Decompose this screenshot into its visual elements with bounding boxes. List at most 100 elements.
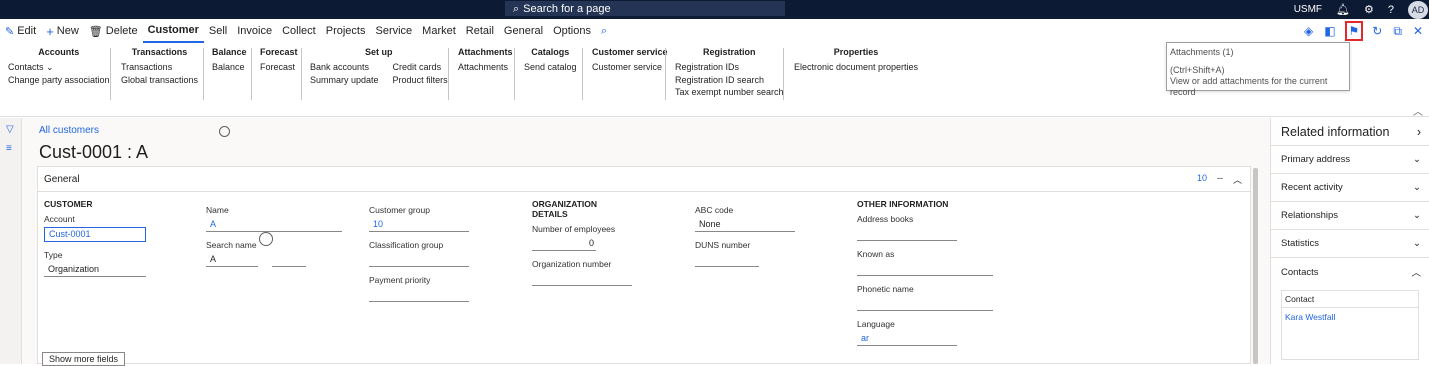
name-field[interactable]: A — [206, 218, 342, 232]
customer-group-field[interactable]: 10 — [369, 218, 469, 232]
contact-link[interactable]: Kara Westfall — [1282, 308, 1418, 326]
refresh-icon[interactable]: ↻ — [1372, 24, 1382, 38]
chevron-down-icon: ⌄ — [1413, 182, 1421, 193]
filter-icon[interactable]: ▽ — [6, 124, 14, 135]
tab-retail[interactable]: Retail — [461, 19, 499, 43]
organization-number-field[interactable] — [532, 272, 632, 286]
general-header[interactable]: General 10 -- ︿ — [38, 167, 1250, 192]
tab-service[interactable]: Service — [370, 19, 417, 43]
forecast-button[interactable]: Forecast — [260, 61, 298, 74]
credit-cards-button[interactable]: Credit cards — [393, 61, 448, 74]
contacts-menu[interactable]: Contacts ⌄ — [8, 61, 110, 74]
address-books-field[interactable] — [857, 227, 957, 241]
classification-group-field[interactable] — [369, 253, 469, 267]
related-item-statistics[interactable]: Statistics ⌄ — [1271, 230, 1429, 258]
bank-accounts-button[interactable]: Bank accounts — [310, 61, 379, 74]
related-item-relationships[interactable]: Relationships ⌄ — [1271, 202, 1429, 230]
tab-collect[interactable]: Collect — [277, 19, 321, 43]
main-content: All customers Cust-0001 : A General 10 -… — [22, 118, 1270, 366]
divider — [301, 48, 302, 100]
search-name-field[interactable]: A — [206, 253, 258, 267]
edit-button[interactable]: ✎ Edit — [0, 19, 41, 43]
classification-group-label: Classification group — [369, 240, 444, 250]
duns-label: DUNS number — [695, 240, 751, 250]
contacts-label: Contacts — [8, 62, 44, 72]
phonetic-name-field[interactable] — [857, 297, 993, 311]
registration-ids-button[interactable]: Registration IDs — [675, 61, 784, 74]
tab-customer[interactable]: Customer — [142, 19, 204, 43]
registration-id-search-button[interactable]: Registration ID search — [675, 74, 784, 87]
related-item-primary-address[interactable]: Primary address ⌄ — [1271, 146, 1429, 174]
customer-group: CUSTOMER Account Cust-0001 Type Organiza… — [44, 199, 146, 285]
divider — [110, 48, 111, 100]
company-picker[interactable]: USMF — [1294, 4, 1322, 15]
bell-icon[interactable]: 🔔︎ — [1336, 3, 1350, 16]
name-group: Name A Search name A — [206, 205, 342, 275]
diamond-icon[interactable]: ◈ — [1304, 24, 1313, 38]
abc-code-label: ABC code — [695, 205, 734, 215]
group-title: Set up — [365, 47, 393, 57]
customer-service-button[interactable]: Customer service — [592, 61, 668, 74]
delete-label: Delete — [105, 25, 138, 37]
organization-details-group: ORGANIZATION DETAILS Number of employees… — [532, 199, 632, 294]
delete-button[interactable]: 🗑︎ Delete — [84, 19, 143, 43]
contact-column-header: Contact — [1282, 291, 1418, 308]
related-item-contacts[interactable]: Contacts ︿ — [1271, 258, 1429, 286]
type-field[interactable]: Organization — [44, 263, 146, 277]
search-name-label: Search name — [206, 240, 257, 250]
new-button[interactable]: + New — [41, 19, 84, 43]
chevron-up-icon[interactable]: ︿ — [1233, 173, 1242, 186]
group-title: Accounts — [38, 47, 80, 57]
tab-general[interactable]: General — [499, 19, 548, 43]
tab-invoice[interactable]: Invoice — [232, 19, 277, 43]
scrollbar[interactable] — [1253, 168, 1258, 364]
tooltip-shortcut: (Ctrl+Shift+A) — [1170, 65, 1225, 75]
known-as-field[interactable] — [857, 262, 993, 276]
tax-exempt-search-button[interactable]: Tax exempt number search — [675, 86, 784, 99]
ribbon-group-customer-service: Customer service Customer service — [592, 47, 668, 74]
divider — [251, 48, 252, 100]
language-label: Language — [857, 319, 895, 329]
employees-field[interactable]: 0 — [532, 237, 596, 251]
help-icon[interactable]: ? — [1388, 4, 1394, 16]
chevron-right-icon: › — [1416, 124, 1421, 139]
related-information-header[interactable]: Related information › — [1271, 118, 1429, 146]
edit-label: Edit — [17, 25, 37, 37]
duns-field[interactable] — [695, 253, 759, 267]
product-filters-button[interactable]: Product filters — [393, 74, 448, 87]
attachments-icon[interactable]: ⚑ — [1344, 21, 1364, 41]
new-label: New — [56, 25, 79, 37]
tab-sell[interactable]: Sell — [204, 19, 232, 43]
global-transactions-button[interactable]: Global transactions — [121, 74, 198, 87]
send-catalog-button[interactable]: Send catalog — [524, 61, 577, 74]
tab-market[interactable]: Market — [417, 19, 461, 43]
office-icon[interactable]: ◧ — [1324, 24, 1335, 38]
list-icon[interactable]: ≡ — [6, 143, 12, 154]
search-box[interactable]: ⌕ Search for a page — [505, 1, 785, 16]
attachments-button[interactable]: Attachments — [458, 61, 513, 74]
summary-update-button[interactable]: Summary update — [310, 74, 379, 87]
chevron-up-icon[interactable]: ︿ — [1413, 103, 1423, 118]
open-new-window-icon[interactable]: ⧉ — [1393, 24, 1402, 39]
top-navigation-bar: ⌕ Search for a page USMF 🔔︎ ⚙ ? AD — [0, 0, 1429, 19]
name-label: Name — [206, 205, 229, 215]
group-title: Properties — [833, 47, 879, 57]
breadcrumb[interactable]: All customers — [39, 125, 99, 136]
search-name-extra-field[interactable] — [272, 253, 306, 267]
gear-icon[interactable]: ⚙ — [1364, 3, 1374, 16]
tab-options[interactable]: Options — [548, 19, 596, 43]
electronic-document-properties-button[interactable]: Electronic document properties — [794, 61, 918, 74]
language-field[interactable]: ar — [857, 332, 957, 346]
action-search-icon[interactable]: ⌕ — [596, 19, 612, 43]
tab-projects[interactable]: Projects — [321, 19, 371, 43]
abc-code-field[interactable]: None — [695, 218, 795, 232]
payment-priority-field[interactable] — [369, 288, 469, 302]
change-party-association[interactable]: Change party association — [8, 74, 110, 87]
related-item-recent-activity[interactable]: Recent activity ⌄ — [1271, 174, 1429, 202]
close-icon[interactable]: ✕ — [1413, 24, 1423, 38]
account-field[interactable]: Cust-0001 — [44, 227, 146, 242]
avatar[interactable]: AD — [1408, 0, 1428, 19]
balance-button[interactable]: Balance — [212, 61, 247, 74]
transactions-button[interactable]: Transactions — [121, 61, 198, 74]
more-icon[interactable]: -- — [1217, 173, 1223, 186]
